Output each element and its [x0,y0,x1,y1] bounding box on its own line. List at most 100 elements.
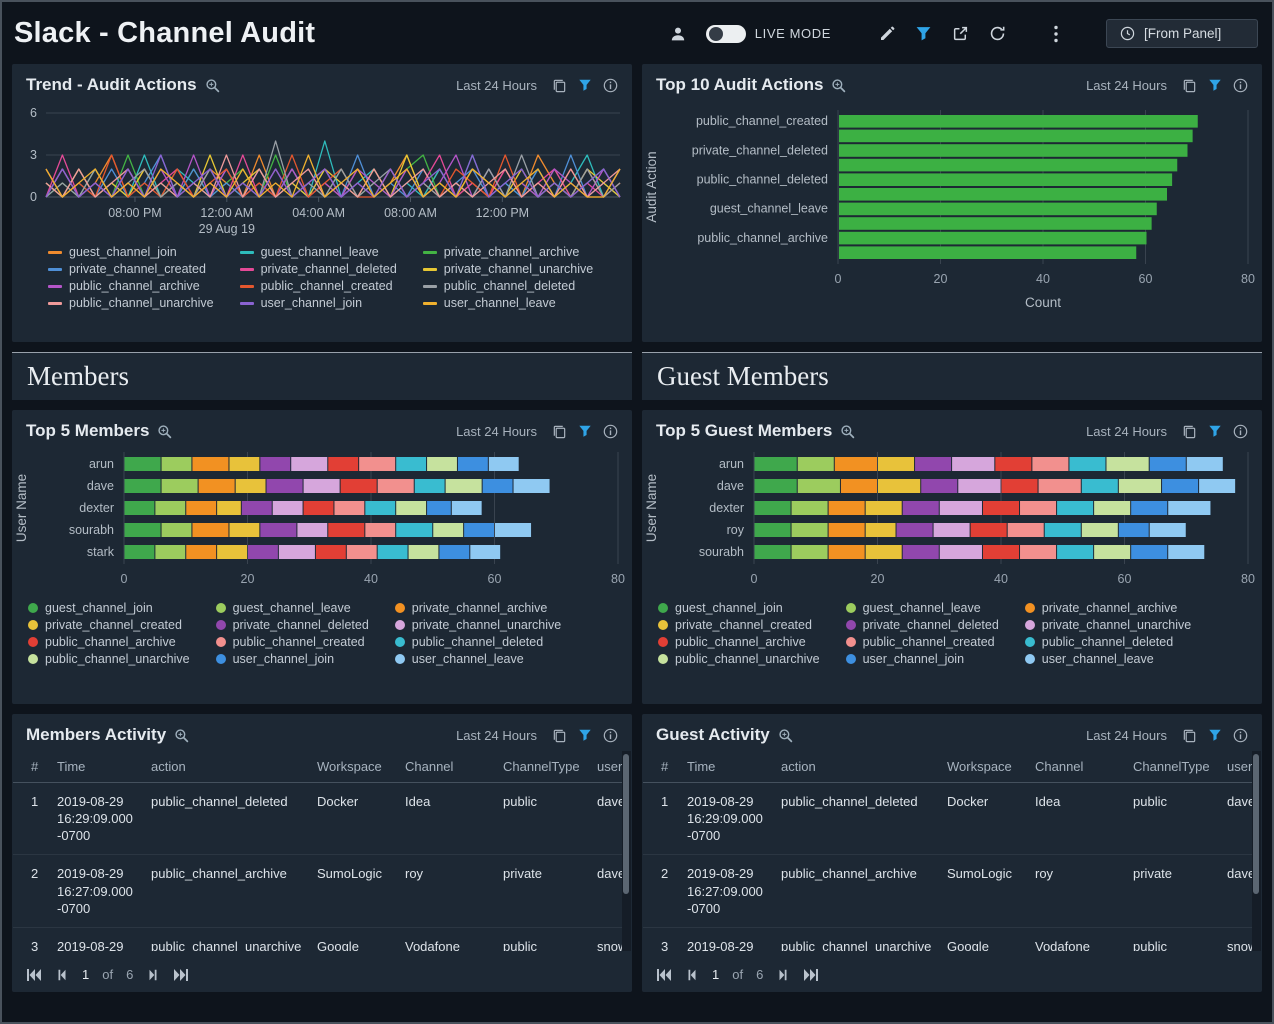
time-range-label[interactable]: Last 24 Hours [456,78,537,93]
table-row[interactable]: 12019-08-29 16:29:09.000 -0700public_cha… [643,783,1261,855]
legend-item[interactable]: private_channel_unarchive [423,262,593,276]
legend-item[interactable]: private_channel_deleted [240,262,397,276]
legend-item[interactable]: public_channel_unarchive [658,652,820,666]
legend-item[interactable]: public_channel_unarchive [28,652,190,666]
next-page-icon[interactable] [146,969,160,981]
copy-icon[interactable] [1182,728,1197,743]
legend-item[interactable]: user_channel_join [240,296,397,310]
column-header[interactable]: # [13,751,49,783]
time-range-selector[interactable]: [From Panel] [1106,19,1258,48]
info-icon[interactable] [1233,424,1248,439]
copy-icon[interactable] [552,728,567,743]
scrollbar-thumb[interactable] [1253,754,1259,894]
kebab-menu-icon[interactable] [1054,25,1058,43]
legend-item[interactable]: user_channel_leave [423,296,593,310]
filter-funnel-icon[interactable] [578,424,592,438]
filter-funnel-icon[interactable] [1208,424,1222,438]
refresh-icon[interactable] [989,25,1006,42]
legend-item[interactable]: public_channel_created [240,279,397,293]
legend-item[interactable]: public_channel_deleted [1025,635,1191,649]
legend-item[interactable]: public_channel_created [846,635,999,649]
legend-item[interactable]: private_channel_archive [423,245,593,259]
column-header[interactable]: Workspace [939,751,1027,783]
zoom-in-icon[interactable] [840,424,855,439]
legend-item[interactable]: guest_channel_leave [240,245,397,259]
prev-page-icon[interactable] [55,969,69,981]
info-icon[interactable] [1233,728,1248,743]
zoom-in-icon[interactable] [174,728,189,743]
column-header[interactable]: ChannelType [495,751,589,783]
table-row[interactable]: 22019-08-29 16:27:09.000 -0700public_cha… [13,855,631,927]
legend-item[interactable]: user_channel_join [216,652,369,666]
legend-item[interactable]: public_channel_unarchive [48,296,214,310]
legend-item[interactable]: public_channel_archive [28,635,190,649]
column-header[interactable]: Channel [397,751,495,783]
copy-icon[interactable] [1182,78,1197,93]
legend-item[interactable]: guest_channel_leave [846,601,999,615]
legend-item[interactable]: private_channel_deleted [216,618,369,632]
zoom-in-icon[interactable] [831,78,846,93]
trend-line-chart[interactable]: 03608:00 PM12:00 AM29 Aug 1904:00 AM08:0… [12,101,632,237]
time-range-label[interactable]: Last 24 Hours [1086,424,1167,439]
legend-item[interactable]: user_channel_leave [1025,652,1191,666]
table-row[interactable]: 12019-08-29 16:29:09.000 -0700public_cha… [13,783,631,855]
legend-item[interactable]: private_channel_created [658,618,820,632]
legend-item[interactable]: guest_channel_leave [216,601,369,615]
column-header[interactable]: # [643,751,679,783]
column-header[interactable]: Time [679,751,773,783]
copy-icon[interactable] [1182,424,1197,439]
last-page-icon[interactable] [803,969,819,981]
filter-funnel-icon[interactable] [915,25,932,42]
zoom-in-icon[interactable] [778,728,793,743]
legend-item[interactable]: public_channel_archive [48,279,214,293]
legend-item[interactable]: private_channel_archive [395,601,561,615]
legend-item[interactable]: public_channel_deleted [423,279,593,293]
table-row[interactable]: 22019-08-29 16:27:09.000 -0700public_cha… [643,855,1261,927]
filter-funnel-icon[interactable] [578,78,592,92]
first-page-icon[interactable] [26,969,42,981]
zoom-in-icon[interactable] [205,78,220,93]
column-header[interactable]: action [143,751,309,783]
legend-item[interactable]: public_channel_deleted [395,635,561,649]
copy-icon[interactable] [552,78,567,93]
legend-item[interactable]: private_channel_deleted [846,618,999,632]
legend-item[interactable]: public_channel_created [216,635,369,649]
filter-funnel-icon[interactable] [1208,728,1222,742]
column-header[interactable]: Workspace [309,751,397,783]
legend-item[interactable]: guest_channel_join [658,601,820,615]
legend-item[interactable]: private_channel_created [28,618,190,632]
table-row[interactable]: 32019-08-29 16:25:09.000 -0700public_cha… [643,927,1261,951]
filter-funnel-icon[interactable] [578,728,592,742]
legend-item[interactable]: user_channel_leave [395,652,561,666]
legend-item[interactable]: public_channel_archive [658,635,820,649]
column-header[interactable]: Channel [1027,751,1125,783]
time-range-label[interactable]: Last 24 Hours [456,424,537,439]
top10-bar-chart[interactable]: public_channel_createdprivate_channel_de… [642,101,1262,319]
top5-members-stacked-chart[interactable]: arundavedextersourabhstark020406080User … [12,447,632,593]
prev-page-icon[interactable] [685,969,699,981]
edit-pencil-icon[interactable] [879,26,895,42]
column-header[interactable]: ChannelType [1125,751,1219,783]
scrollbar-thumb[interactable] [623,754,629,894]
info-icon[interactable] [1233,78,1248,93]
legend-item[interactable]: private_channel_unarchive [1025,618,1191,632]
copy-icon[interactable] [552,424,567,439]
legend-item[interactable]: private_channel_unarchive [395,618,561,632]
legend-item[interactable]: user_channel_join [846,652,999,666]
legend-item[interactable]: guest_channel_join [48,245,214,259]
column-header[interactable]: action [773,751,939,783]
legend-item[interactable]: private_channel_archive [1025,601,1191,615]
filter-funnel-icon[interactable] [1208,78,1222,92]
info-icon[interactable] [603,78,618,93]
legend-item[interactable]: guest_channel_join [28,601,190,615]
column-header[interactable]: Time [49,751,143,783]
last-page-icon[interactable] [173,969,189,981]
time-range-label[interactable]: Last 24 Hours [1086,78,1167,93]
time-range-label[interactable]: Last 24 Hours [1086,728,1167,743]
first-page-icon[interactable] [656,969,672,981]
vertical-scrollbar[interactable] [1252,751,1261,951]
top5-guests-stacked-chart[interactable]: arundavedexterroysourabh020406080User Na… [642,447,1262,593]
share-export-icon[interactable] [952,25,969,42]
table-row[interactable]: 32019-08-29 16:25:09.000 -0700public_cha… [13,927,631,951]
vertical-scrollbar[interactable] [622,751,631,951]
